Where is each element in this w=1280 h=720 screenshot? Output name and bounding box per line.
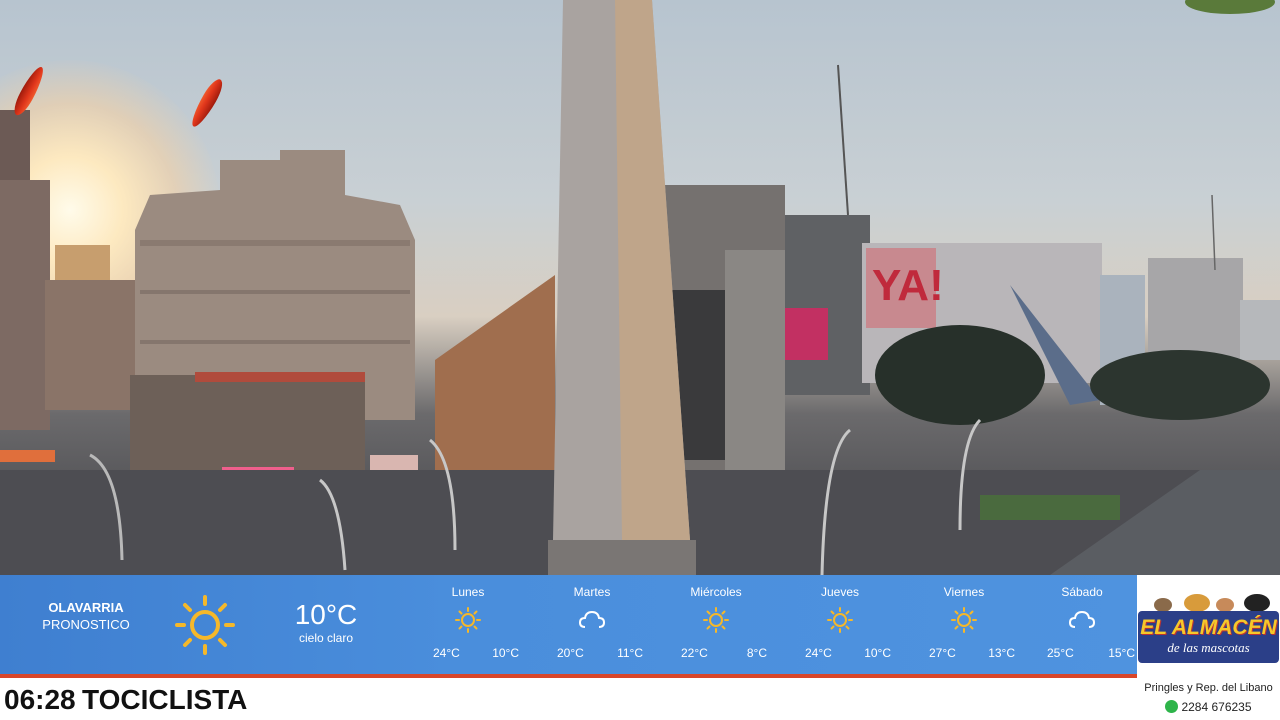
day-name: Lunes: [451, 585, 485, 599]
forecast-day: Martes 20°C 11°C: [537, 584, 647, 660]
sun-icon: [413, 606, 523, 634]
max-temp: 25°C: [1047, 646, 1074, 660]
whatsapp-icon: [1165, 700, 1179, 713]
cityscape: YA!: [0, 0, 1280, 575]
current-temperature: 10°C: [294, 599, 358, 630]
cloud-icon: [1027, 606, 1137, 634]
pets-illustration: [1154, 594, 1270, 611]
tv-screen: YA! OLAVARRIA PRONOSTICO 10°C cielo clar…: [0, 0, 1280, 720]
max-temp: 24°C: [433, 646, 460, 660]
day-name: Miércoles: [690, 585, 742, 599]
forecast-day: Jueves 24°C 10°C: [785, 584, 895, 660]
sponsor-logo: EL ALMACÉN de las mascotas: [1138, 611, 1279, 663]
forecast-day: Sábado 25°C 15°C: [1027, 584, 1137, 660]
forecast-label: PRONOSTICO: [42, 617, 130, 632]
min-temp: 13°C: [988, 646, 1015, 660]
sun-icon: [785, 606, 895, 634]
day-name: Martes: [573, 585, 611, 599]
current-condition: cielo claro: [298, 631, 354, 645]
sponsor-ad: EL ALMACÉN de las mascotas Pringles y Re…: [1137, 575, 1280, 720]
sun-icon: [909, 606, 1019, 634]
max-temp: 22°C: [681, 646, 708, 660]
phone-number: 2284 676235: [1181, 700, 1252, 714]
min-temp: 15°C: [1108, 646, 1135, 660]
weather-location: OLAVARRIA PRONOSTICO: [22, 599, 150, 633]
forecast-day: Lunes 24°C 10°C: [413, 584, 523, 660]
day-name: Sábado: [1061, 585, 1103, 599]
max-temp: 27°C: [929, 646, 956, 660]
min-temp: 8°C: [746, 646, 767, 660]
current-weather: 10°C cielo claro: [280, 599, 372, 645]
svg-text:YA!: YA!: [872, 261, 944, 310]
min-temp: 10°C: [864, 646, 891, 660]
day-name: Jueves: [820, 585, 860, 599]
day-name: Viernes: [943, 585, 985, 599]
weather-forecast-bar: OLAVARRIA PRONOSTICO 10°C cielo claro Lu…: [0, 575, 1137, 674]
sponsor-phone: 2284 676235: [1137, 700, 1280, 714]
sponsor-tagline: de las mascotas: [1167, 640, 1250, 655]
max-temp: 20°C: [557, 646, 584, 660]
forecast-day: Viernes 27°C 13°C: [909, 584, 1019, 660]
sponsor-name: EL ALMACÉN: [1140, 616, 1277, 639]
news-ticker: 06:28 TOCICLISTA: [0, 678, 1137, 720]
cloud-icon: [537, 606, 647, 634]
max-temp: 24°C: [805, 646, 832, 660]
ticker-text: TOCICLISTA: [82, 684, 248, 715]
sponsor-address: Pringles y Rep. del Libano: [1144, 682, 1273, 694]
ticker-clock: 06:28: [4, 684, 76, 715]
forecast-day: Miércoles 22°C 8°C: [661, 584, 771, 660]
sun-icon: [172, 593, 238, 657]
city-camera-view: YA!: [0, 0, 1280, 575]
min-temp: 10°C: [492, 646, 519, 660]
location-name: OLAVARRIA: [48, 600, 124, 615]
min-temp: 11°C: [617, 646, 643, 660]
sun-icon: [661, 606, 771, 634]
